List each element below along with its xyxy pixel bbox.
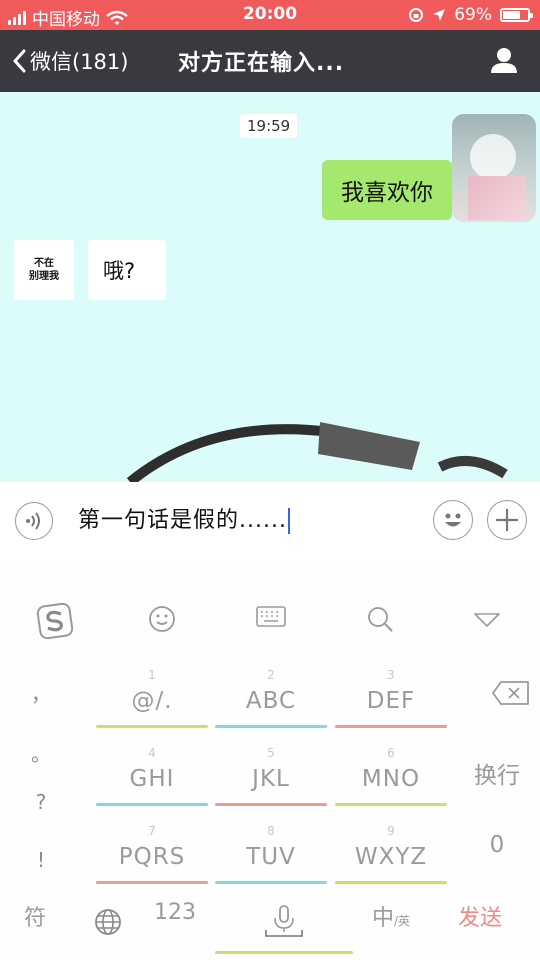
key-number: 2 <box>267 668 275 682</box>
backspace-icon <box>492 681 529 705</box>
key-underline <box>215 725 327 728</box>
newline-key[interactable]: 换行 <box>462 756 532 790</box>
key-label: @/. <box>131 688 173 714</box>
text-caret <box>287 508 290 534</box>
key-label: TUV <box>246 844 296 870</box>
more-button[interactable] <box>487 500 527 540</box>
message-timestamp: 19:59 <box>240 114 298 138</box>
location-icon <box>433 9 446 21</box>
chat-area[interactable]: 19:59 我喜欢你 不在 别理我 哦? <box>0 92 540 482</box>
battery-icon <box>500 8 533 22</box>
background-sticker <box>126 422 508 482</box>
key-4[interactable]: 4 GHI <box>96 744 208 806</box>
language-switch-key[interactable]: 中/英 <box>372 900 410 932</box>
numbers-key[interactable]: 123 <box>154 900 196 925</box>
collapse-keyboard-icon[interactable] <box>474 612 500 628</box>
key-1[interactable]: 1 @/. <box>96 666 208 728</box>
my-avatar[interactable] <box>452 114 536 222</box>
key-label: ABC <box>245 688 297 714</box>
key-underline <box>96 881 208 884</box>
contact-avatar[interactable]: 不在 别理我 <box>14 240 74 300</box>
chevron-left-icon <box>13 49 26 73</box>
key-number: 1 <box>148 668 156 682</box>
status-right: 69% <box>408 5 533 25</box>
key-number: 9 <box>387 824 395 838</box>
globe-icon[interactable] <box>94 908 122 936</box>
back-button[interactable]: 微信(181) <box>12 46 128 76</box>
ime-keyboard: ， 。 ? ! 1 @/. 2 ABC 3 DEF 4 GHI 5 JKL 6 … <box>0 560 540 960</box>
keyboard-icon[interactable] <box>256 605 286 629</box>
key-6[interactable]: 6 MNO <box>335 744 447 806</box>
lang-main-label: 中 <box>372 906 395 931</box>
person-icon <box>491 48 517 73</box>
symbols-key[interactable]: 符 <box>24 900 46 932</box>
key-label: PQRS <box>118 844 186 870</box>
key-question[interactable]: ? <box>26 790 56 814</box>
avatar-text-line: 别理我 <box>29 271 59 282</box>
voice-button[interactable] <box>15 502 53 540</box>
key-number: 4 <box>148 746 156 760</box>
key-8[interactable]: 8 TUV <box>215 822 327 884</box>
emoji-button[interactable] <box>433 500 473 540</box>
key-underline <box>96 725 208 728</box>
key-underline <box>215 951 353 954</box>
search-icon[interactable] <box>366 605 394 633</box>
key-label: GHI <box>129 766 175 792</box>
key-2[interactable]: 2 ABC <box>215 666 327 728</box>
smiley-icon <box>445 513 461 527</box>
key-number: 6 <box>387 746 395 760</box>
message-input-text: 第一句话是假的...... <box>78 508 287 533</box>
key-5[interactable]: 5 JKL <box>215 744 327 806</box>
back-label: 微信(181) <box>30 50 129 74</box>
space-key[interactable] <box>215 890 353 954</box>
key-comma[interactable]: ， <box>26 678 56 707</box>
key-label: DEF <box>366 688 416 714</box>
key-underline <box>335 881 447 884</box>
input-bar: 第一句话是假的...... <box>0 482 540 560</box>
key-underline <box>215 881 327 884</box>
key-underline <box>335 725 447 728</box>
key-number: 5 <box>267 746 275 760</box>
message-bubble-sent[interactable]: 我喜欢你 <box>322 160 452 220</box>
key-label: WXYZ <box>354 844 428 870</box>
key-number: 7 <box>148 824 156 838</box>
send-key[interactable]: 发送 <box>458 900 502 932</box>
chat-info-button[interactable] <box>490 46 518 78</box>
key-number: 8 <box>267 824 275 838</box>
voice-icon <box>26 512 40 530</box>
message-input[interactable]: 第一句话是假的...... <box>78 502 290 534</box>
avatar-text-line: 不在 <box>34 258 54 269</box>
key-label: JKL <box>252 766 290 792</box>
lang-sub-label: /英 <box>394 914 411 928</box>
status-bar: 中国移动 20:00 69% <box>0 0 540 30</box>
key-number: 3 <box>387 668 395 682</box>
key-0[interactable]: 0 <box>462 832 532 858</box>
key-underline <box>335 803 447 806</box>
sogou-logo-icon[interactable] <box>36 602 74 640</box>
message-bubble-received[interactable]: 哦? <box>88 240 166 300</box>
emoji-toolbar-icon[interactable] <box>148 605 176 633</box>
key-exclamation[interactable]: ! <box>26 848 56 872</box>
plus-icon <box>496 509 518 531</box>
key-9[interactable]: 9 WXYZ <box>335 822 447 884</box>
rotation-lock-icon <box>409 8 424 22</box>
key-3[interactable]: 3 DEF <box>335 666 447 728</box>
key-label: MNO <box>361 766 421 792</box>
microphone-icon <box>265 905 303 937</box>
key-period[interactable]: 。 <box>26 738 56 767</box>
page-title: 对方正在输入... <box>178 51 345 76</box>
nav-bar: 微信(181) 对方正在输入... <box>0 30 540 92</box>
backspace-key[interactable] <box>476 680 540 712</box>
battery-percent: 69% <box>454 5 492 25</box>
key-underline <box>96 803 208 806</box>
key-7[interactable]: 7 PQRS <box>96 822 208 884</box>
key-underline <box>215 803 327 806</box>
